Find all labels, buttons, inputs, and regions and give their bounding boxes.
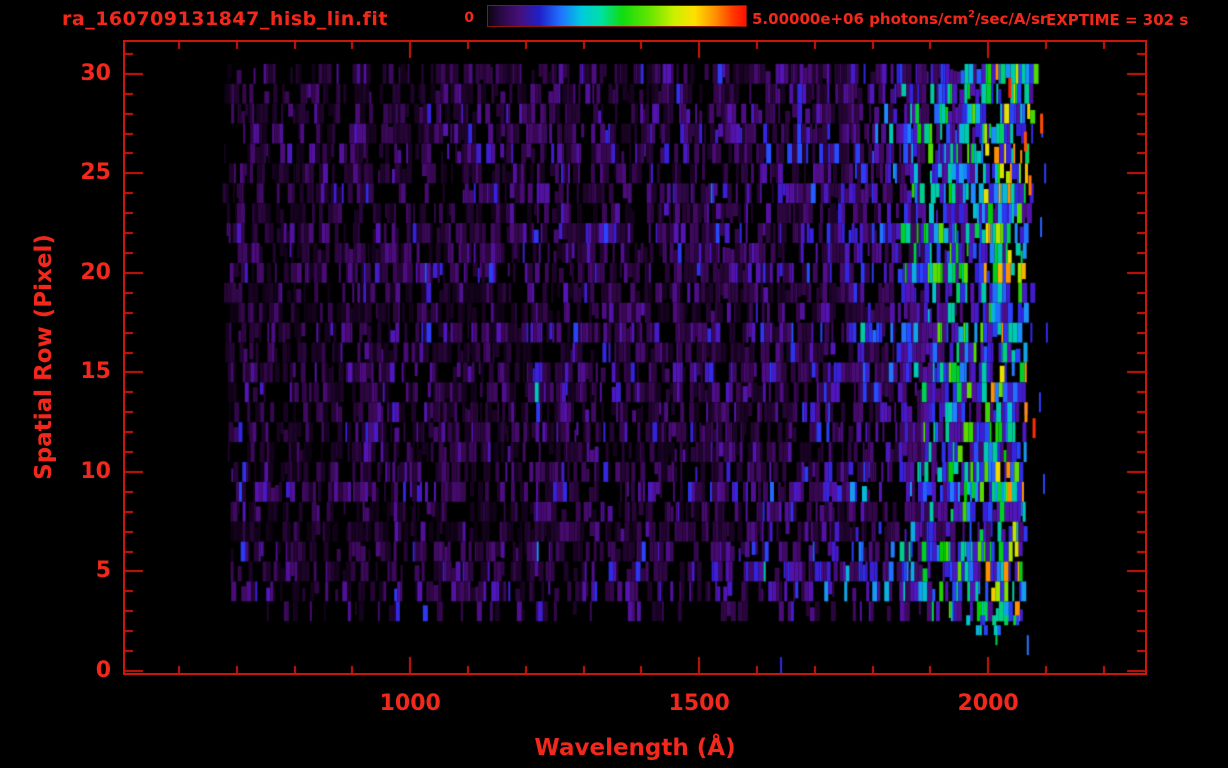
x-tick-label: 1500 [639, 691, 759, 716]
x-tick-label: 2000 [928, 691, 1048, 716]
heatmap-canvas [123, 40, 1147, 675]
colorbar-units-base: photons/cm [864, 10, 968, 28]
colorbar-units-exponent: 2 [968, 9, 975, 20]
colorbar-min-label: 0 [438, 10, 474, 26]
y-tick-label: 0 [35, 658, 111, 684]
y-tick-label: 25 [35, 160, 111, 186]
colorbar-max-units-label: 5.00000e+06 photons/cm2/sec/A/sr [752, 10, 1047, 28]
spectral-image-viewer: ra_160709131847_hisb_lin.fit 0 5.00000e+… [0, 0, 1228, 768]
exptime-label: EXPTIME = 302 s [1046, 11, 1188, 29]
file-title: ra_160709131847_hisb_lin.fit [62, 8, 388, 30]
x-tick-label: 1000 [350, 691, 470, 716]
y-axis-title: Spatial Row (Pixel) [31, 234, 57, 480]
y-tick-label: 5 [35, 558, 111, 584]
colorbar-units-rest: /sec/A/sr [975, 10, 1047, 28]
x-axis-title: Wavelength (Å) [485, 735, 785, 761]
y-tick-label: 30 [35, 61, 111, 87]
colorbar-gradient [487, 5, 747, 27]
colorbar-max-value: 5.00000e+06 [752, 10, 864, 28]
